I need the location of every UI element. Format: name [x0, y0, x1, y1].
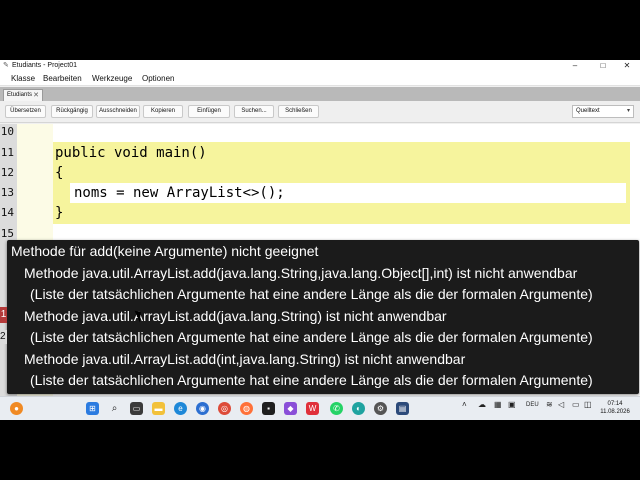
terminal-icon[interactable]: ▪ [262, 402, 275, 415]
menu-werkzeuge[interactable]: Werkzeuge [92, 74, 132, 84]
app-icon-teal[interactable]: ◐ [352, 402, 365, 415]
minimize-button[interactable]: – [562, 60, 588, 72]
menu-optionen[interactable]: Optionen [142, 74, 174, 84]
error-tooltip: Methode für add(keine Argumente) nicht g… [7, 240, 639, 394]
code-line: { [55, 165, 64, 181]
view-select[interactable]: Quelltext ▾ [572, 105, 634, 118]
chevron-down-icon: ▾ [626, 108, 630, 114]
battery-icon[interactable]: ▭ [572, 397, 580, 413]
printer-icon[interactable]: ▣ [508, 397, 516, 413]
chevron-up-icon[interactable]: ˄ [462, 397, 467, 413]
error-reason: (Liste der tatsächlichen Argumente hat e… [30, 372, 593, 388]
network-icon[interactable]: ▦ [494, 397, 502, 413]
app-icon-red[interactable]: W [306, 402, 319, 415]
cloud-icon[interactable]: ☁ [478, 397, 486, 413]
tab-close-icon[interactable]: ✕ [33, 91, 39, 100]
bluej-icon[interactable]: ▤ [396, 402, 409, 415]
toolbar: Übersetzen Rückgängig Ausschneiden Kopie… [0, 101, 640, 123]
error-detail: Methode java.util.ArrayList.add(java.lan… [24, 265, 578, 281]
language-indicator[interactable]: DEU [526, 397, 539, 413]
clock-date[interactable]: 11.08.2026 [595, 408, 635, 416]
app-icon: ✎ [3, 62, 9, 69]
browser-icon[interactable]: ◉ [196, 402, 209, 415]
code-line: } [55, 205, 64, 221]
line-number-partial: 2 [0, 330, 7, 344]
menu-bar: Klasse Bearbeiten Werkzeuge Optionen [0, 72, 640, 86]
error-detail: Methode java.util.ArrayList.add(int,java… [24, 351, 466, 367]
line-number: 11 [0, 146, 14, 159]
taskbar: ● ⊞ ⌕ ▭ ▬ e ◉ ◎ ◍ ▪ ◆ W ✆ ◐ ⚙ ▤ ˄ ☁ ▦ ▣ … [0, 396, 640, 420]
find-button[interactable]: Suchen... [234, 105, 274, 118]
file-explorer-icon[interactable]: ▬ [152, 402, 165, 415]
maximize-button[interactable]: □ [590, 60, 616, 72]
error-reason: (Liste der tatsächlichen Argumente hat e… [30, 329, 593, 345]
wifi-icon[interactable]: ≋ [546, 397, 553, 413]
error-line-marker: 1 [0, 307, 7, 323]
task-view-icon[interactable]: ▭ [130, 402, 143, 415]
clock-time[interactable]: 07:14 [595, 400, 635, 408]
chrome-icon[interactable]: ◎ [218, 402, 231, 415]
edge-icon[interactable]: e [174, 402, 187, 415]
line-number: 12 [0, 166, 14, 179]
notification-icon[interactable]: ◫ [584, 397, 592, 413]
line-number: 13 [0, 186, 14, 199]
copy-button[interactable]: Kopieren [143, 105, 183, 118]
error-message: Methode für add(keine Argumente) nicht g… [11, 243, 319, 259]
weather-icon[interactable]: ● [10, 402, 23, 415]
tab-strip: Etudiants ✕ [0, 87, 640, 101]
tab-label: Etudiants [7, 92, 33, 98]
line-number: 10 [0, 125, 14, 138]
error-detail: Methode java.util.ArrayList.add(java.lan… [24, 308, 447, 324]
code-line: public void main() [55, 145, 207, 161]
whatsapp-icon[interactable]: ✆ [330, 402, 343, 415]
close-button[interactable]: Schließen [278, 105, 319, 118]
compile-button[interactable]: Übersetzen [5, 105, 46, 118]
tab-etudiants[interactable]: Etudiants ✕ [3, 89, 43, 101]
firefox-icon[interactable]: ◍ [240, 402, 253, 415]
close-window-button[interactable]: ✕ [614, 60, 640, 72]
window-title: Etudiants - Project01 [12, 62, 77, 69]
error-reason: (Liste der tatsächlichen Argumente hat e… [30, 286, 593, 302]
line-number: 14 [0, 206, 14, 219]
paste-button[interactable]: Einfügen [188, 105, 230, 118]
settings-icon[interactable]: ⚙ [374, 402, 387, 415]
volume-icon[interactable]: ◁ [558, 397, 564, 413]
cut-button[interactable]: Ausschneiden [96, 105, 140, 118]
menu-klasse[interactable]: Klasse [11, 74, 35, 84]
view-select-value: Quelltext [576, 108, 600, 114]
app-icon-purple[interactable]: ◆ [284, 402, 297, 415]
code-line: noms = new ArrayList<>(); [74, 185, 285, 201]
window-title-bar: ✎ Etudiants - Project01 – □ ✕ [0, 60, 640, 72]
undo-button[interactable]: Rückgängig [51, 105, 93, 118]
start-icon[interactable]: ⊞ [86, 402, 99, 415]
search-icon[interactable]: ⌕ [108, 402, 121, 415]
menu-bearbeiten[interactable]: Bearbeiten [43, 74, 82, 84]
